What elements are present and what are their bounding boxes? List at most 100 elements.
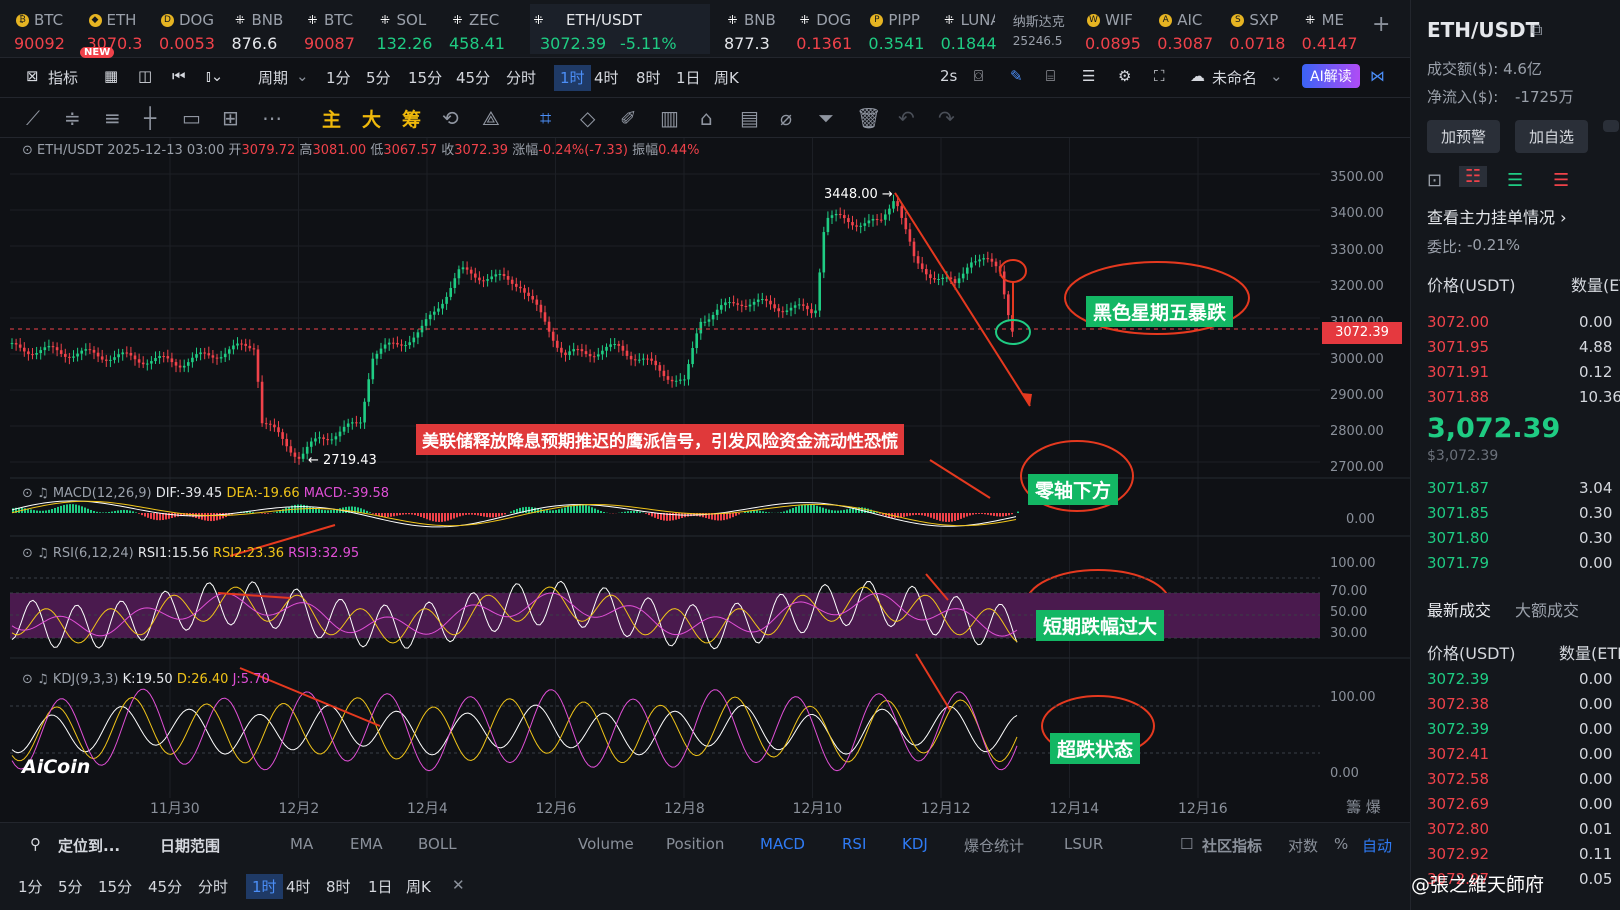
bottom-interval-1[interactable]: 5分 <box>58 876 83 897</box>
auto-toggle[interactable]: 自动 <box>1362 835 1392 856</box>
indicator-button[interactable]: 指标 <box>48 67 78 88</box>
indicator-6[interactable]: RSI <box>842 835 866 853</box>
community-icon[interactable]: ☐ <box>1180 835 1193 853</box>
interval-7[interactable]: 8时 <box>636 67 661 88</box>
locate-icon[interactable]: ⚲ <box>30 835 41 853</box>
bottom-interval-9[interactable]: 周K <box>406 876 431 897</box>
magnet-tool-icon[interactable]: ⌀ <box>780 106 792 130</box>
more-button[interactable] <box>1603 120 1619 132</box>
bars-tool-icon[interactable]: ▥ <box>660 106 679 130</box>
interval-9[interactable]: 周K <box>714 67 739 88</box>
undo-icon[interactable]: ↶ <box>898 106 915 130</box>
chart-area[interactable] <box>0 138 1410 798</box>
symbol-tab[interactable]: W WIF 0.0895 <box>1085 4 1155 54</box>
indicator-icon[interactable]: ⊠ <box>26 67 39 85</box>
bottom-interval-3[interactable]: 45分 <box>148 876 182 897</box>
interval-8[interactable]: 1日 <box>676 67 701 88</box>
period-button[interactable]: 周期 <box>258 67 288 88</box>
date-range-button[interactable]: 日期范围 <box>160 835 220 856</box>
list-icon[interactable]: ☰ <box>1082 67 1095 85</box>
replay-icon[interactable]: ⏮ <box>172 67 186 85</box>
main-force-tool[interactable]: 主 <box>322 105 341 132</box>
community-indicators[interactable]: 社区指标 <box>1202 835 1262 856</box>
filter-tool-icon[interactable]: ⏷ <box>818 106 834 130</box>
measure-tool-icon[interactable]: ⟁ <box>482 106 500 130</box>
interval-5[interactable]: 1时 <box>554 65 591 91</box>
symbol-tab[interactable]: S SXP 0.0718 <box>1229 4 1299 54</box>
redo-icon[interactable]: ↷ <box>938 106 955 130</box>
symbol-tab[interactable]: ⁜ LUNA 0.1844 <box>941 4 1011 54</box>
chip-tool[interactable]: 筹 <box>402 105 421 132</box>
bottom-interval-6[interactable]: 4时 <box>286 876 311 897</box>
percent-toggle[interactable]: % <box>1334 835 1348 853</box>
more-tools-icon[interactable]: ⋯ <box>262 106 282 130</box>
big-order-tool[interactable]: 大 <box>362 105 381 132</box>
bottom-interval-5[interactable]: 1时 <box>246 874 283 899</box>
ray-tool-icon[interactable]: ┼ <box>144 106 156 130</box>
log-toggle[interactable]: 对数 <box>1288 835 1318 856</box>
pen-icon[interactable]: ✎ <box>1010 67 1023 85</box>
interval-3[interactable]: 45分 <box>456 67 490 88</box>
orderbook-asks-icon[interactable]: ☰ <box>1553 170 1569 191</box>
symbol-tab[interactable]: ⁜ ME 0.4147 <box>1302 4 1372 54</box>
indicator-4[interactable]: Position <box>666 835 724 853</box>
channel-tool-icon[interactable]: ≡ <box>104 106 121 130</box>
indicator-7[interactable]: KDJ <box>902 835 928 853</box>
symbol-tab[interactable]: ⁜ ETH/USDT 3072.39 -5.11% <box>530 4 710 54</box>
layout-name[interactable]: 未命名 <box>1212 67 1257 88</box>
symbol-tab[interactable]: ⁜ BNB 876.6 <box>232 4 302 54</box>
interval-4[interactable]: 分时 <box>506 67 536 88</box>
symbol-tab[interactable]: ₿ BTC 90092 <box>14 4 84 54</box>
favorite-button[interactable]: 加自选 <box>1515 120 1589 153</box>
trash-icon[interactable]: 🗑 <box>856 106 881 130</box>
bottom-interval-4[interactable]: 分时 <box>198 876 228 897</box>
layout-icon[interactable]: ◫ <box>138 67 152 85</box>
symbol-tab[interactable]: A AIC 0.3087 <box>1157 4 1227 54</box>
copy-icon[interactable]: ⧉ <box>1531 20 1542 40</box>
collapse-icon[interactable]: ⊙ <box>22 143 37 158</box>
interval-2[interactable]: 15分 <box>408 67 442 88</box>
symbol-tab[interactable]: P PIPP 0.3541 <box>868 4 938 54</box>
fullscreen-icon[interactable]: ⛶ <box>1154 67 1165 85</box>
indicator-2[interactable]: BOLL <box>418 835 457 853</box>
chevron-down-icon[interactable]: ⌄ <box>296 67 309 85</box>
add-tab-icon[interactable]: + <box>1372 12 1390 37</box>
tab-big-trades[interactable]: 大额成交 <box>1515 597 1579 621</box>
candle-type-icon[interactable]: ⫾⌄ <box>206 67 223 85</box>
indicator-5[interactable]: MACD <box>760 835 805 853</box>
hline-tool-icon[interactable]: ≑ <box>64 106 81 130</box>
bottom-interval-7[interactable]: 8时 <box>326 876 351 897</box>
comment-icon[interactable]: ⌸ <box>1046 67 1055 85</box>
orderbook-both-icon[interactable]: ☷ <box>1459 166 1488 187</box>
cursor-tool-icon[interactable]: ⌗ <box>540 106 551 130</box>
brush-tool-icon[interactable]: ✐ <box>620 106 637 130</box>
indicator-1[interactable]: EMA <box>350 835 383 853</box>
camera-icon[interactable]: ⌼ <box>974 67 983 85</box>
refresh-tool-icon[interactable]: ⟲ <box>442 106 459 130</box>
symbol-tab[interactable]: ⁜ SOL 132.26 <box>377 4 447 54</box>
bell-icon[interactable]: ⊙ ♫ <box>22 672 49 687</box>
refresh-rate[interactable]: 2s <box>940 67 957 85</box>
bottom-interval-0[interactable]: 1分 <box>18 876 43 897</box>
orderbook-view-icon[interactable]: ⊡ <box>1427 170 1442 191</box>
share-icon[interactable]: ⋈ <box>1370 67 1385 85</box>
symbol-tab[interactable]: ⁜ BNB 877.3 <box>724 4 794 54</box>
chevron-down-icon[interactable]: ⌄ <box>1270 67 1283 85</box>
locate-button[interactable]: 定位到... <box>58 835 120 856</box>
ai-analysis-button[interactable]: AI解读 <box>1302 64 1360 88</box>
interval-6[interactable]: 4时 <box>594 67 619 88</box>
orderbook-bids-icon[interactable]: ☰ <box>1507 170 1523 191</box>
main-orders-link[interactable]: 查看主力挂单情况 › <box>1427 204 1567 228</box>
calendar-icon[interactable]: ▦ <box>104 67 118 85</box>
symbol-tab[interactable]: ⁜ BTC 90087 <box>304 4 374 54</box>
symbol-tab[interactable]: ⁜ ZEC 458.41 <box>449 4 519 54</box>
symbol-tab[interactable]: 纳斯达克 25246.5 <box>1013 4 1083 54</box>
alert-button[interactable]: 加预警 <box>1427 120 1501 153</box>
line-tool-icon[interactable]: ⟋ <box>26 106 40 130</box>
settings-icon[interactable]: ⚙ <box>1118 67 1131 85</box>
interval-0[interactable]: 1分 <box>326 67 351 88</box>
eraser-tool-icon[interactable]: ◇ <box>580 106 595 130</box>
bottom-interval-2[interactable]: 15分 <box>98 876 132 897</box>
indicator-8[interactable]: 爆仓统计 <box>964 835 1024 856</box>
indicator-3[interactable]: Volume <box>578 835 634 853</box>
